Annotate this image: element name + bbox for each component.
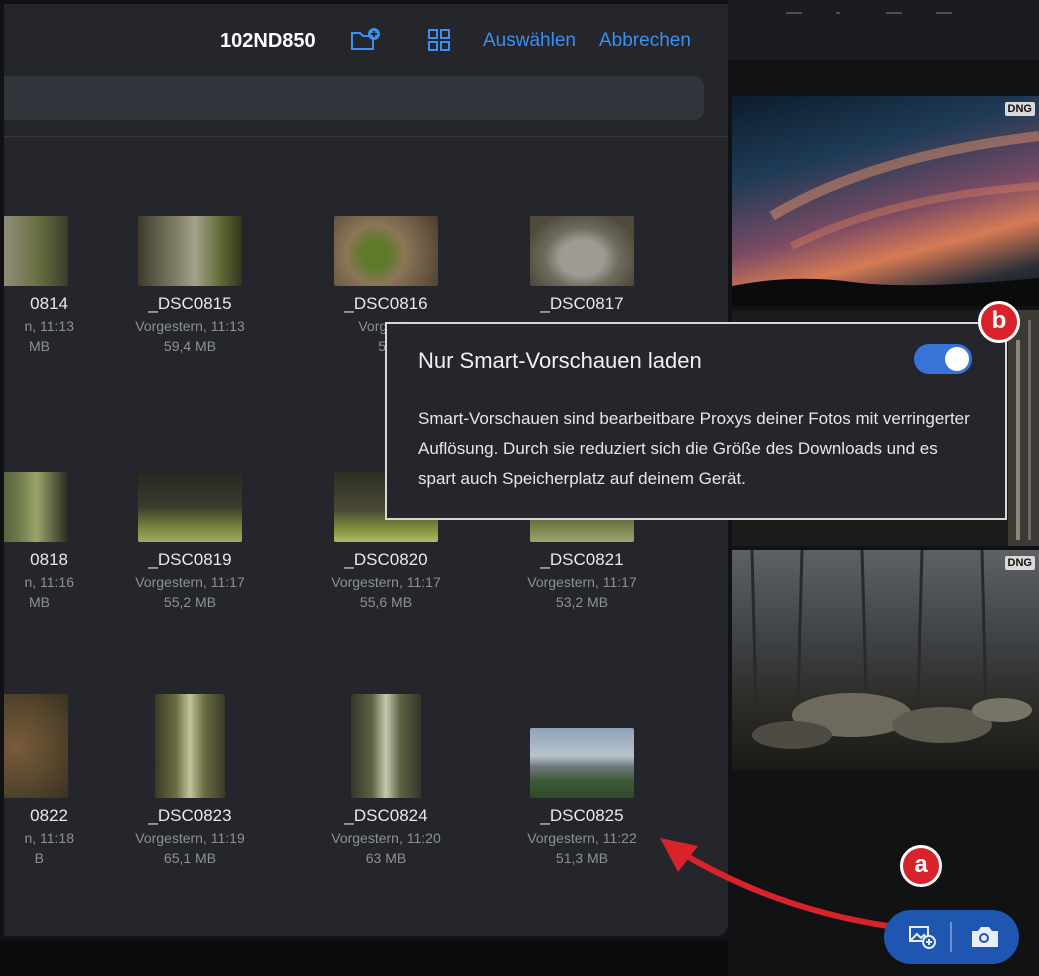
bottom-bar bbox=[0, 940, 728, 976]
file-name: _DSC0820 bbox=[344, 550, 428, 569]
file-size: B bbox=[34, 850, 44, 866]
action-divider bbox=[950, 922, 952, 952]
file-size: 63 MB bbox=[365, 850, 407, 866]
file-size: 53,2 MB bbox=[555, 594, 609, 610]
popover-description: Smart-Vorschauen sind bearbeitbare Proxy… bbox=[418, 409, 970, 488]
select-button[interactable]: Auswählen bbox=[483, 30, 576, 52]
file-date: Vorgestern, 11:13 bbox=[135, 318, 245, 334]
file-date: n, 11:16 bbox=[24, 574, 74, 590]
file-thumbnail bbox=[4, 694, 68, 798]
file-size: MB bbox=[29, 338, 50, 354]
import-action-bar bbox=[884, 910, 1019, 964]
camera-icon[interactable] bbox=[964, 919, 1004, 955]
dng-badge: DNG bbox=[1004, 556, 1035, 570]
file-date: n, 11:13 bbox=[24, 318, 74, 334]
smart-preview-popover: Nur Smart-Vorschauen laden Smart-Vorscha… bbox=[385, 322, 1007, 520]
file-tile[interactable]: _DSC0817 bbox=[492, 216, 672, 318]
file-date: Vorgestern, 11:20 bbox=[331, 830, 441, 846]
file-size: 55,6 MB bbox=[359, 594, 413, 610]
file-thumbnail bbox=[334, 216, 438, 286]
file-date: Vorgestern, 11:19 bbox=[135, 830, 245, 846]
background-toolbar bbox=[728, 0, 1039, 60]
callout-badge-b: b bbox=[978, 301, 1020, 343]
file-name: _DSC0821 bbox=[540, 550, 624, 569]
file-thumbnail bbox=[4, 472, 68, 542]
callout-arrow bbox=[660, 838, 905, 931]
toolbar-icon bbox=[836, 2, 840, 14]
file-size: MB bbox=[29, 594, 50, 610]
file-tile[interactable]: _DSC0823 Vorgestern, 11:19 65,1 MB bbox=[100, 694, 280, 866]
file-tile[interactable]: 0822 n, 11:18 B bbox=[4, 694, 106, 866]
dng-badge: DNG bbox=[1004, 102, 1035, 116]
cancel-button[interactable]: Abbrechen bbox=[599, 30, 691, 52]
file-name: 0814 bbox=[30, 294, 68, 313]
file-size: 59,4 MB bbox=[163, 338, 217, 354]
file-name: 0822 bbox=[30, 806, 68, 825]
toolbar-icon bbox=[936, 2, 952, 14]
file-name: _DSC0816 bbox=[344, 294, 428, 313]
file-date: n, 11:18 bbox=[24, 830, 74, 846]
file-thumbnail bbox=[138, 472, 242, 542]
image-plus-icon[interactable] bbox=[902, 919, 942, 955]
popover-title: Nur Smart-Vorschauen laden bbox=[418, 348, 702, 373]
folder-title: 102ND850 bbox=[220, 30, 316, 52]
file-tile[interactable]: 0818 n, 11:16 MB bbox=[4, 472, 106, 610]
toolbar-icon bbox=[886, 2, 902, 14]
file-date: Vorgestern, 11:17 bbox=[331, 574, 441, 590]
file-name: 0818 bbox=[30, 550, 68, 569]
folder-plus-icon[interactable] bbox=[350, 28, 380, 52]
photo-sunset-image bbox=[732, 131, 1039, 306]
file-thumbnail bbox=[530, 216, 634, 286]
file-name: _DSC0819 bbox=[148, 550, 232, 569]
file-tile[interactable]: _DSC0824 Vorgestern, 11:20 63 MB bbox=[296, 694, 476, 866]
smart-preview-toggle[interactable] bbox=[914, 344, 972, 374]
toolbar-icon bbox=[786, 2, 802, 14]
file-name: _DSC0823 bbox=[148, 806, 232, 825]
file-name: _DSC0815 bbox=[148, 294, 232, 313]
file-size: 55,2 MB bbox=[163, 594, 217, 610]
file-tile[interactable]: 0814 n, 11:13 MB bbox=[4, 216, 106, 354]
file-name: _DSC0817 bbox=[540, 294, 624, 313]
photo-boulders[interactable]: DNG bbox=[732, 550, 1039, 770]
file-thumbnail bbox=[4, 216, 68, 286]
photo-sunset[interactable]: DNG bbox=[732, 96, 1039, 306]
file-date: Vorgestern, 11:17 bbox=[527, 574, 637, 590]
toggle-knob bbox=[945, 347, 969, 371]
file-thumbnail bbox=[530, 728, 634, 798]
search-input[interactable] bbox=[4, 76, 704, 120]
file-tile[interactable]: _DSC0815 Vorgestern, 11:13 59,4 MB bbox=[100, 216, 280, 354]
photo-boulders-image bbox=[750, 550, 1032, 749]
divider bbox=[4, 136, 728, 137]
file-thumbnail bbox=[351, 694, 421, 798]
file-name: _DSC0824 bbox=[344, 806, 428, 825]
file-thumbnail bbox=[155, 694, 225, 798]
file-date: Vorgestern, 11:17 bbox=[135, 574, 245, 590]
file-tile[interactable]: _DSC0819 Vorgestern, 11:17 55,2 MB bbox=[100, 472, 280, 610]
file-thumbnail bbox=[138, 216, 242, 286]
grid-icon[interactable] bbox=[427, 28, 451, 52]
file-size: 65,1 MB bbox=[163, 850, 217, 866]
